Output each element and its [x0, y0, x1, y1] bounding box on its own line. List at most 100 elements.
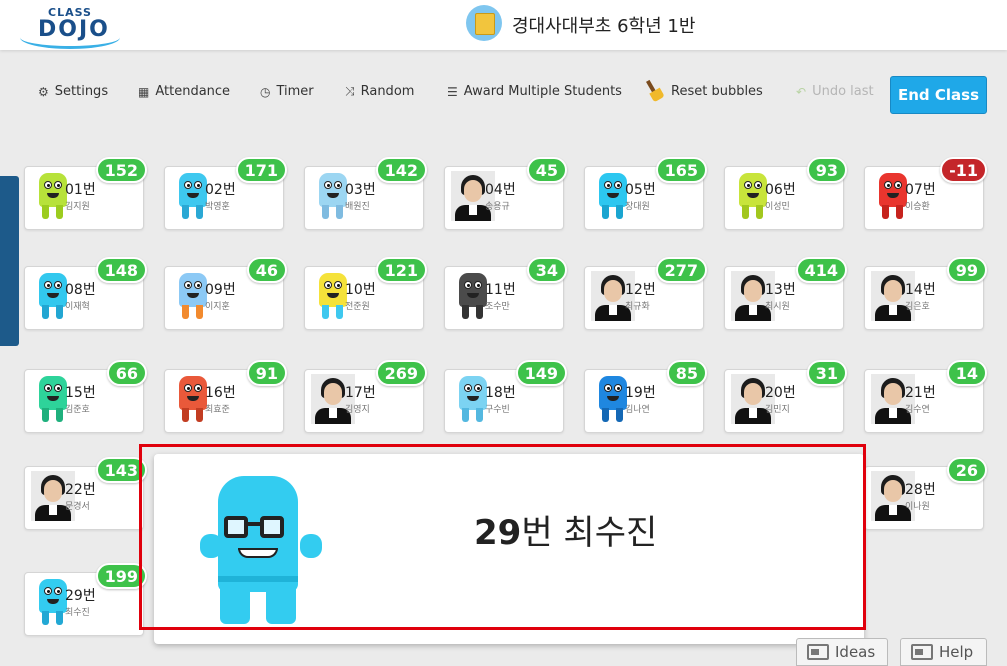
student-number: 21번 [905, 385, 936, 401]
gear-icon: ⚙ [38, 84, 49, 99]
points-bubble: 34 [526, 257, 567, 283]
student-number: 13번 [765, 282, 796, 298]
student-name: 이지훈 [205, 302, 230, 312]
student-name: 김준호 [65, 405, 90, 415]
class-notebook-icon [466, 5, 502, 41]
student-card[interactable]: 17번 김영지 269 [304, 360, 427, 433]
student-card[interactable]: 18번 구수빈 149 [444, 360, 567, 433]
points-bubble: 165 [655, 157, 707, 183]
points-bubble: 277 [655, 257, 707, 283]
points-bubble: 142 [375, 157, 427, 183]
student-card[interactable]: 16번 최효준 91 [164, 360, 287, 433]
student-number: 29번 [65, 588, 96, 604]
student-number: 19번 [625, 385, 656, 401]
student-card[interactable]: 10번 전준원 121 [304, 257, 427, 330]
student-name: 이성민 [765, 202, 790, 212]
student-number: 28번 [905, 482, 936, 498]
attendance-button[interactable]: ▦ Attendance [138, 84, 230, 99]
points-bubble: 45 [526, 157, 567, 183]
points-bubble: -11 [940, 157, 987, 183]
points-bubble: 31 [806, 360, 847, 386]
student-number: 14번 [905, 282, 936, 298]
student-number: 18번 [485, 385, 516, 401]
student-number: 04번 [485, 182, 516, 198]
student-card[interactable]: 19번김나연 85 [584, 360, 707, 433]
points-bubble: 171 [235, 157, 287, 183]
student-name: 이재혁 [65, 302, 90, 312]
points-bubble: 121 [375, 257, 427, 283]
student-card[interactable]: 21번김수연 14 [864, 360, 987, 433]
undo-last-button[interactable]: ↶ Undo last [796, 84, 874, 99]
student-card[interactable]: 22번 문경서 143 [24, 457, 147, 530]
top-bar: CLASS DOJO 경대사대부초 6학년 1반 [0, 0, 1007, 50]
student-name: 김나연 [625, 405, 650, 415]
classdojo-logo[interactable]: CLASS DOJO [20, 6, 120, 49]
help-label: Help [939, 643, 974, 661]
student-card[interactable]: 29번 최수진 199 [24, 563, 147, 636]
student-name: 최규화 [625, 302, 650, 312]
student-card[interactable]: 04번 송용규 45 [444, 157, 567, 230]
student-card[interactable]: 11번조수만 34 [444, 257, 567, 330]
student-card[interactable]: 28번이나원 26 [864, 457, 987, 530]
student-name: 구수빈 [485, 405, 510, 415]
attendance-label: Attendance [155, 84, 231, 99]
student-card[interactable]: 09번 이지훈 46 [164, 257, 287, 330]
points-bubble: 91 [246, 360, 287, 386]
side-panel-tab[interactable] [0, 176, 19, 346]
award-multiple-label: Award Multiple Students [463, 84, 622, 99]
broom-icon [645, 79, 665, 103]
points-bubble: 14 [946, 360, 987, 386]
student-name: 이승환 [905, 202, 930, 212]
points-bubble: 269 [375, 360, 427, 386]
student-name: 김수연 [905, 405, 930, 415]
student-card[interactable]: 15번 김준호 66 [24, 360, 147, 433]
student-number: 06번 [765, 182, 796, 198]
student-card[interactable]: 07번 이승환 -11 [864, 157, 987, 230]
settings-label: Settings [54, 84, 109, 99]
student-card[interactable]: 13번 최시원 414 [724, 257, 847, 330]
ideas-button[interactable]: Ideas [796, 638, 888, 666]
student-name: 배원진 [345, 202, 370, 212]
student-card[interactable]: 02번 박영훈 171 [164, 157, 287, 230]
settings-button[interactable]: ⚙ Settings [38, 84, 108, 99]
student-card[interactable]: 03번배원진 142 [304, 157, 427, 230]
student-name: 문경서 [65, 502, 90, 512]
student-number: 16번 [205, 385, 236, 401]
award-multiple-button[interactable]: ☰ Award Multiple Students [447, 84, 622, 99]
random-button[interactable]: ⤨ Random [345, 84, 414, 99]
megaphone-icon [911, 644, 933, 660]
end-class-button[interactable]: End Class [890, 76, 987, 114]
student-name: 이나원 [905, 502, 930, 512]
points-bubble: 26 [946, 457, 987, 483]
student-card[interactable]: 05번장대원 165 [584, 157, 707, 230]
points-bubble: 152 [95, 157, 147, 183]
points-bubble: 85 [666, 360, 707, 386]
list-icon: ☰ [447, 84, 458, 99]
student-number: 09번 [205, 282, 236, 298]
student-number: 05번 [625, 182, 656, 198]
student-number: 15번 [65, 385, 96, 401]
student-name: 김민지 [765, 405, 790, 415]
student-name: 장대원 [625, 202, 650, 212]
student-name: 김영지 [345, 405, 370, 415]
student-card[interactable]: 06번 이성민 93 [724, 157, 847, 230]
undo-last-label: Undo last [812, 84, 874, 99]
student-number: 03번 [345, 182, 376, 198]
student-number: 11번 [485, 282, 516, 298]
student-card[interactable]: 20번 김민지 31 [724, 360, 847, 433]
timer-button[interactable]: ◷ Timer [260, 84, 314, 99]
student-card[interactable]: 08번 이재혁 148 [24, 257, 147, 330]
class-title: 경대사대부초 6학년 1반 [512, 16, 696, 37]
student-card[interactable]: 14번 김은호 99 [864, 257, 987, 330]
ideas-label: Ideas [835, 643, 876, 661]
help-button[interactable]: Help [900, 638, 987, 666]
shuffle-icon: ⤨ [345, 84, 355, 98]
undo-icon: ↶ [796, 84, 807, 99]
student-name: 조수만 [485, 302, 510, 312]
reset-bubbles-button[interactable]: Reset bubbles [645, 79, 763, 103]
student-card[interactable]: 01번 김지원 152 [24, 157, 147, 230]
student-name: 박영훈 [205, 202, 230, 212]
class-toolbar: ⚙ Settings ▦ Attendance ◷ Timer ⤨ Random… [0, 74, 1007, 116]
student-card[interactable]: 12번 최규화 277 [584, 257, 707, 330]
student-number: 10번 [345, 282, 376, 298]
